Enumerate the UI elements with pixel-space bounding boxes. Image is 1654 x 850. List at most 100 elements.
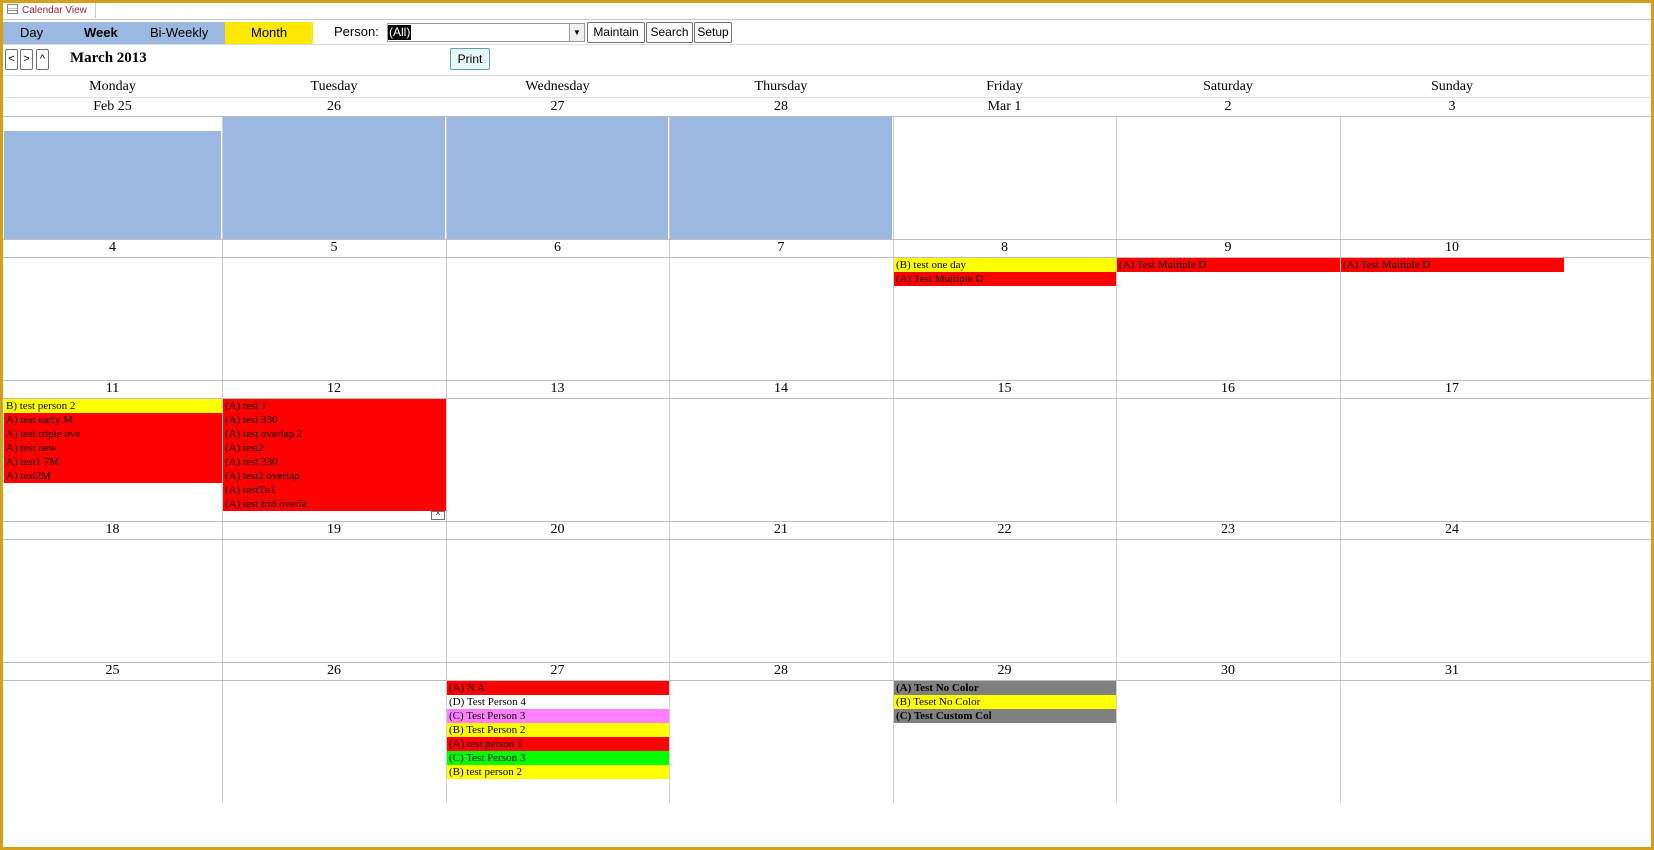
day-cell[interactable]	[223, 258, 445, 380]
collapse-button[interactable]: ^	[36, 49, 49, 70]
print-button[interactable]: Print	[450, 48, 490, 70]
day-number: 28	[774, 99, 788, 114]
day-number: 27	[550, 663, 565, 678]
day-number: 16	[1221, 381, 1235, 396]
tab-week[interactable]: Week	[66, 22, 130, 44]
event-item[interactable]: B) test person 2	[4, 399, 222, 413]
day-cell[interactable]	[4, 131, 221, 239]
event-item[interactable]: (C) Test Person 3	[447, 709, 669, 723]
calendar-window: Calendar View Day Week Bi-Weekly Month P…	[3, 3, 1651, 847]
day-cell[interactable]	[4, 681, 221, 803]
person-select-value: (All)	[388, 25, 412, 40]
tab-month[interactable]: Month	[225, 22, 313, 44]
event-item[interactable]: A) test1 7M	[4, 455, 222, 469]
person-select[interactable]: (All) ▼	[387, 23, 585, 42]
day-cell[interactable]	[1341, 681, 1563, 803]
day-number: 12	[327, 381, 341, 396]
event-item[interactable]: A) test new	[4, 441, 222, 455]
event-item[interactable]: A) test2M	[4, 469, 222, 483]
day-cell[interactable]	[894, 117, 1115, 239]
dropdown-arrow-icon[interactable]: ▼	[569, 24, 584, 41]
event-item[interactable]: (C) Test Custom Col	[894, 709, 1116, 723]
setup-button[interactable]: Setup	[694, 22, 732, 43]
day-cell[interactable]	[670, 117, 892, 239]
day-number: 5	[330, 240, 338, 255]
day-number: 8	[1001, 240, 1008, 255]
event-item[interactable]: (D) Test Person 4	[447, 695, 669, 709]
day-cell[interactable]	[4, 258, 221, 380]
navigation-row: < > ^ March 2013 Print	[3, 45, 1651, 76]
day-cell[interactable]	[1341, 540, 1563, 662]
event-item[interactable]: (B) test one day	[894, 258, 1116, 272]
day-number: 30	[1221, 663, 1235, 678]
day-cell[interactable]	[670, 258, 892, 380]
tab-biweekly[interactable]: Bi-Weekly	[130, 22, 225, 44]
day-cell[interactable]	[670, 399, 892, 521]
day-cell[interactable]	[1117, 681, 1339, 803]
day-number: 2	[1224, 99, 1232, 114]
day-cell[interactable]	[1341, 258, 1563, 380]
day-cell[interactable]	[1117, 258, 1339, 380]
day-cell[interactable]	[447, 540, 668, 662]
day-cell[interactable]	[1341, 399, 1563, 521]
day-number: 11	[105, 381, 120, 396]
event-item[interactable]: (A) test trid overla	[223, 497, 446, 511]
event-item[interactable]: (B) Test Person 2	[447, 723, 669, 737]
day-number: 28	[774, 663, 788, 678]
day-number: 26	[327, 663, 341, 678]
day-cell[interactable]	[4, 540, 221, 662]
event-item[interactable]: (A) test2 overlap	[223, 469, 446, 483]
day-number: Mar 1	[987, 99, 1022, 114]
event-item[interactable]: (A) Test Multiple D	[1117, 258, 1340, 272]
document-tab-label: Calendar View	[22, 5, 87, 16]
day-cell[interactable]	[1341, 117, 1563, 239]
event-item[interactable]: (A) testTu1	[223, 483, 446, 497]
maintain-button[interactable]: Maintain	[587, 22, 645, 43]
day-name-header: Friday	[986, 79, 1023, 94]
event-item[interactable]: (A) test2	[223, 441, 446, 455]
event-item[interactable]: (B) test person 2	[447, 765, 669, 779]
day-number: 24	[1445, 522, 1459, 537]
event-item[interactable]: (A) test 1	[223, 399, 446, 413]
day-cell[interactable]	[223, 540, 445, 662]
day-cell[interactable]	[447, 117, 668, 239]
day-cell[interactable]	[670, 681, 892, 803]
event-item[interactable]: (C) Test Person 3	[447, 751, 669, 765]
day-cell[interactable]	[894, 399, 1115, 521]
day-cell[interactable]	[447, 258, 668, 380]
day-number: 25	[105, 663, 120, 678]
event-item[interactable]: (A) Test Multiple D	[894, 272, 1116, 286]
day-number: 27	[550, 99, 565, 114]
day-number: 7	[777, 240, 785, 255]
search-button[interactable]: Search	[646, 22, 693, 43]
event-item[interactable]: (A) test person 1	[447, 737, 669, 751]
event-item[interactable]: (A) test overlap 2	[223, 427, 446, 441]
day-number: 10	[1445, 240, 1459, 255]
day-number: 23	[1221, 522, 1235, 537]
event-item[interactable]: A) test triple ove	[4, 427, 222, 441]
document-tab[interactable]: Calendar View	[5, 3, 96, 18]
event-item[interactable]: (A) test 330	[223, 413, 446, 427]
event-item[interactable]: (A) Test Multiple D	[1341, 258, 1564, 272]
event-item[interactable]: (B) Teset No Color	[894, 695, 1116, 709]
day-number: 21	[774, 522, 788, 537]
show-more-button[interactable]: ^	[431, 511, 445, 520]
event-item[interactable]: A) test early M	[4, 413, 222, 427]
day-number: 26	[327, 99, 341, 114]
day-cell[interactable]	[670, 540, 892, 662]
day-cell[interactable]	[1117, 399, 1339, 521]
day-number: 15	[997, 381, 1012, 396]
day-cell[interactable]	[223, 681, 445, 803]
day-cell[interactable]	[223, 117, 445, 239]
day-cell[interactable]	[1117, 540, 1339, 662]
day-number: 3	[1448, 99, 1456, 114]
tab-day[interactable]: Day	[3, 22, 66, 44]
event-item[interactable]: (A) N A	[447, 681, 669, 695]
day-cell[interactable]	[894, 540, 1115, 662]
event-item[interactable]: (A) Test No Color	[894, 681, 1116, 695]
day-cell[interactable]	[1117, 117, 1339, 239]
event-item[interactable]: (A) test 330	[223, 455, 446, 469]
previous-month-button[interactable]: <	[5, 49, 18, 70]
day-cell[interactable]	[447, 399, 668, 521]
next-month-button[interactable]: >	[20, 49, 33, 70]
